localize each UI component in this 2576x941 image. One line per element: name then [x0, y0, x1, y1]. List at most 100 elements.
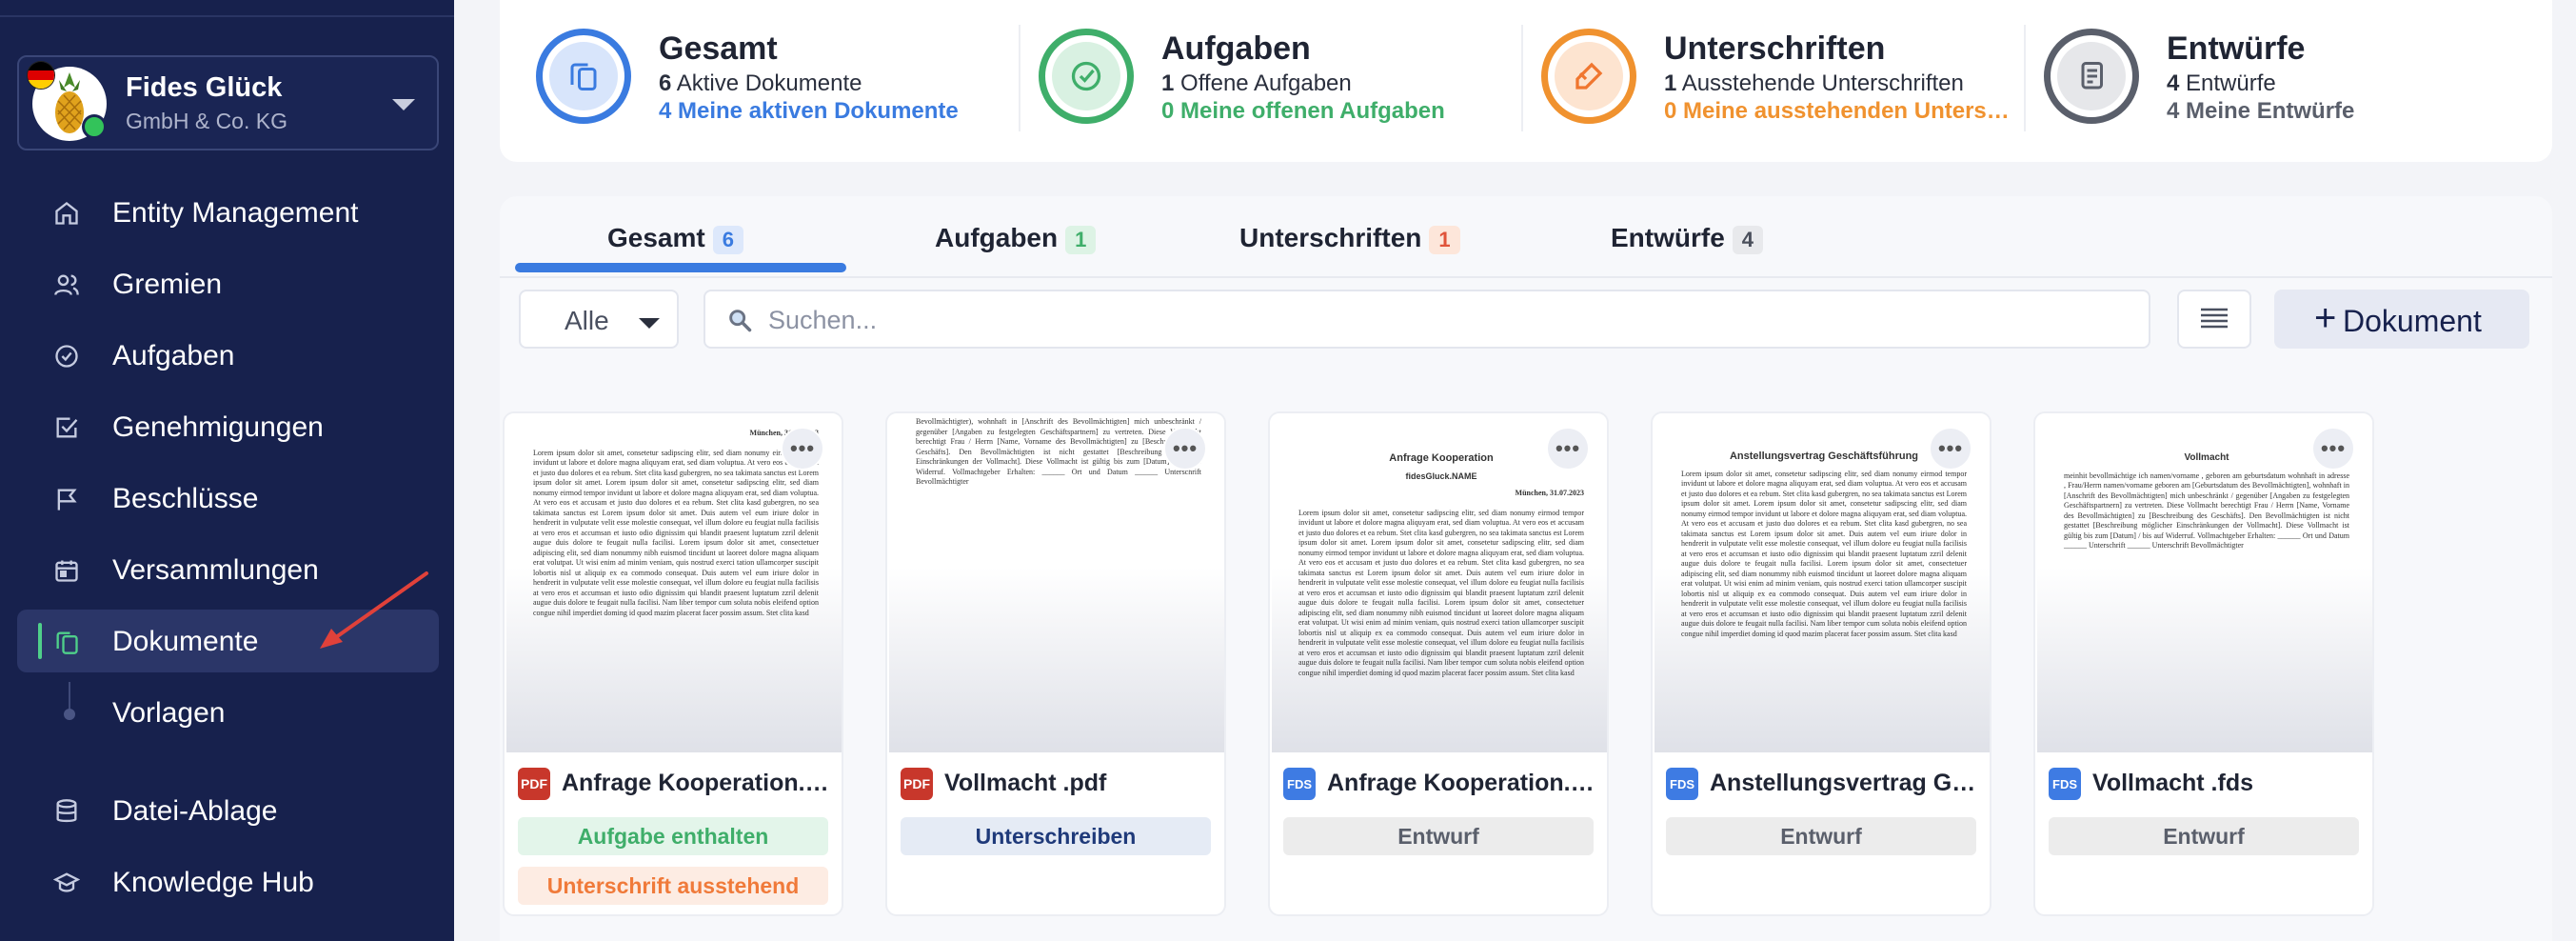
document-preview-text: Anstellungsvertrag Geschäftsführung Lore…	[1681, 450, 1967, 638]
document-name[interactable]: Vollmacht .fds	[2092, 770, 2365, 797]
check-square-icon	[56, 417, 78, 438]
calendar-icon	[55, 560, 78, 582]
check-circle-icon	[1071, 61, 1101, 91]
sidebar-item-label: Dokumente	[112, 626, 259, 657]
tabs-divider	[500, 276, 2552, 278]
flag-icon	[57, 489, 77, 511]
tab-aufgaben[interactable]: Aufgaben 1	[935, 223, 1097, 280]
tab-label: Unterschriften	[1239, 223, 1422, 252]
home-icon	[55, 202, 78, 225]
stat-gesamt[interactable]: Gesamt 6 Aktive Dokumente 4 Meine aktive…	[500, 29, 995, 133]
search-input[interactable]	[768, 301, 2101, 339]
tab-badge: 6	[712, 226, 743, 254]
document-card[interactable]: Bevollmächtigter), wohnhaft in [Anschrif…	[885, 411, 1226, 916]
german-flag-icon	[27, 61, 55, 90]
more-options-button[interactable]: •••	[1546, 427, 1590, 470]
active-indicator	[38, 623, 42, 659]
status-badge-task: Aufgabe enthalten	[518, 817, 828, 855]
users-icon	[54, 274, 79, 295]
sidebar-item-label: Gremien	[112, 269, 223, 300]
stat-ring	[1039, 29, 1134, 124]
signature-pen-icon	[1575, 62, 1603, 90]
status-badge-draft: Entwurf	[2049, 817, 2359, 855]
database-icon	[56, 799, 77, 823]
add-document-button[interactable]: + Dokument	[2274, 290, 2529, 349]
fds-file-icon: FDS	[1283, 768, 1316, 800]
account-switcher[interactable]: Fides Glück GmbH & Co. KG	[17, 55, 439, 150]
sidebar-item-gremien[interactable]: Gremien	[17, 252, 439, 315]
stat-line: 4 Entwürfe	[2167, 70, 2276, 96]
tab-badge: 4	[1732, 226, 1764, 254]
sidebar-item-label: Versammlungen	[112, 554, 319, 586]
document-card[interactable]: Anfrage Kooperation fidesGluck.NAME Münc…	[1268, 411, 1609, 916]
more-options-button[interactable]: •••	[1163, 427, 1207, 470]
account-subtitle: GmbH & Co. KG	[126, 109, 287, 133]
list-view-button[interactable]	[2177, 290, 2251, 349]
document-name[interactable]: Anfrage Kooperation.pdf	[562, 770, 834, 797]
account-name: Fides Glück	[126, 72, 283, 103]
stat-sub-link[interactable]: 0 Meine offenen Aufgaben	[1161, 98, 1445, 125]
document-draft-icon	[2081, 62, 2103, 90]
filter-select[interactable]: Alle	[519, 290, 679, 349]
search-icon	[729, 310, 752, 332]
document-card[interactable]: Vollmacht meinhit bevollmächtige ich nam…	[2033, 411, 2374, 916]
sidebar-item-vorlagen[interactable]: Vorlagen	[17, 681, 439, 744]
active-tab-underline	[515, 263, 846, 272]
stat-aufgaben[interactable]: Aufgaben 1 Offene Aufgaben 0 Meine offen…	[1002, 29, 1497, 133]
tab-badge: 1	[1429, 226, 1460, 254]
tab-entwuerfe[interactable]: Entwürfe 4	[1611, 223, 1764, 280]
stat-ring	[536, 29, 631, 124]
document-preview-text: Bevollmächtigter), wohnhaft in [Anschrif…	[916, 417, 1201, 486]
sidebar-item-datei-ablage[interactable]: Datei-Ablage	[17, 779, 439, 842]
document-name[interactable]: Vollmacht .pdf	[944, 770, 1217, 797]
sidebar-item-beschluesse[interactable]: Beschlüsse	[17, 467, 439, 530]
fds-file-icon: FDS	[2049, 768, 2081, 800]
search-box[interactable]	[703, 290, 2150, 349]
more-options-button[interactable]: •••	[1929, 427, 1972, 470]
tab-label: Aufgaben	[935, 223, 1059, 252]
document-preview-text: Anfrage Kooperation fidesGluck.NAME Münc…	[1298, 452, 1584, 677]
sidebar: Fides Glück GmbH & Co. KG Entity Managem…	[0, 0, 454, 941]
stat-entwuerfe[interactable]: Entwürfe 4 Entwürfe 4 Meine Entwürfe	[2008, 29, 2503, 133]
document-card[interactable]: München, 31.07.2023 Lorem ipsum dolor si…	[503, 411, 843, 916]
sidebar-item-knowledge-hub[interactable]: Knowledge Hub	[17, 851, 439, 913]
more-options-button[interactable]: •••	[2311, 427, 2355, 470]
chevron-down-icon[interactable]	[392, 99, 415, 110]
stat-unterschriften[interactable]: Unterschriften 1 Ausstehende Unterschrif…	[1505, 29, 2018, 133]
stat-title: Entwürfe	[2167, 30, 2306, 67]
document-name[interactable]: Anfrage Kooperation.fds	[1327, 770, 1599, 797]
document-name[interactable]: Anstellungsvertrag Geschäftsführung.fds	[1710, 770, 1982, 797]
list-icon	[2201, 308, 2228, 329]
stat-sub-link[interactable]: 0 Meine ausstehenden Unterschriften	[1664, 98, 2018, 125]
sidebar-item-aufgaben[interactable]: Aufgaben	[17, 324, 439, 387]
stat-title: Aufgaben	[1161, 30, 1311, 67]
stat-line: 1 Ausstehende Unterschriften	[1664, 70, 1964, 96]
stat-line: 1 Offene Aufgaben	[1161, 70, 1352, 96]
copy-icon	[570, 63, 597, 90]
sidebar-item-label: Knowledge Hub	[112, 867, 314, 898]
filter-value: Alle	[565, 306, 609, 335]
stat-title: Gesamt	[659, 30, 778, 67]
stat-line: 6 Aktive Dokumente	[659, 70, 862, 96]
status-badge-draft: Entwurf	[1666, 817, 1976, 855]
stat-sub-link[interactable]: 4 Meine aktiven Dokumente	[659, 98, 959, 125]
sidebar-item-entity-management[interactable]: Entity Management	[17, 181, 439, 244]
tab-unterschriften[interactable]: Unterschriften 1	[1239, 223, 1460, 280]
status-badge-draft: Entwurf	[1283, 817, 1594, 855]
copy-icon	[56, 631, 78, 654]
sidebar-top-divider	[0, 15, 454, 17]
sidebar-item-label: Aufgaben	[112, 340, 235, 371]
document-card[interactable]: Anstellungsvertrag Geschäftsführung Lore…	[1651, 411, 1991, 916]
sidebar-item-label: Beschlüsse	[112, 483, 259, 514]
sign-now-button[interactable]: Unterschreiben	[901, 817, 1211, 855]
fds-file-icon: FDS	[1666, 768, 1698, 800]
tab-label: Gesamt	[607, 223, 705, 252]
check-circle-icon	[55, 345, 78, 368]
stat-sub-link[interactable]: 4 Meine Entwürfe	[2167, 98, 2354, 125]
sidebar-item-label: Vorlagen	[112, 697, 226, 729]
status-badge-signature-pending: Unterschrift ausstehend	[518, 867, 828, 905]
sidebar-item-genehmigungen[interactable]: Genehmigungen	[17, 395, 439, 458]
more-options-button[interactable]: •••	[781, 427, 824, 470]
pdf-file-icon: PDF	[518, 768, 550, 800]
stats-panel: Gesamt 6 Aktive Dokumente 4 Meine aktive…	[500, 0, 2552, 162]
